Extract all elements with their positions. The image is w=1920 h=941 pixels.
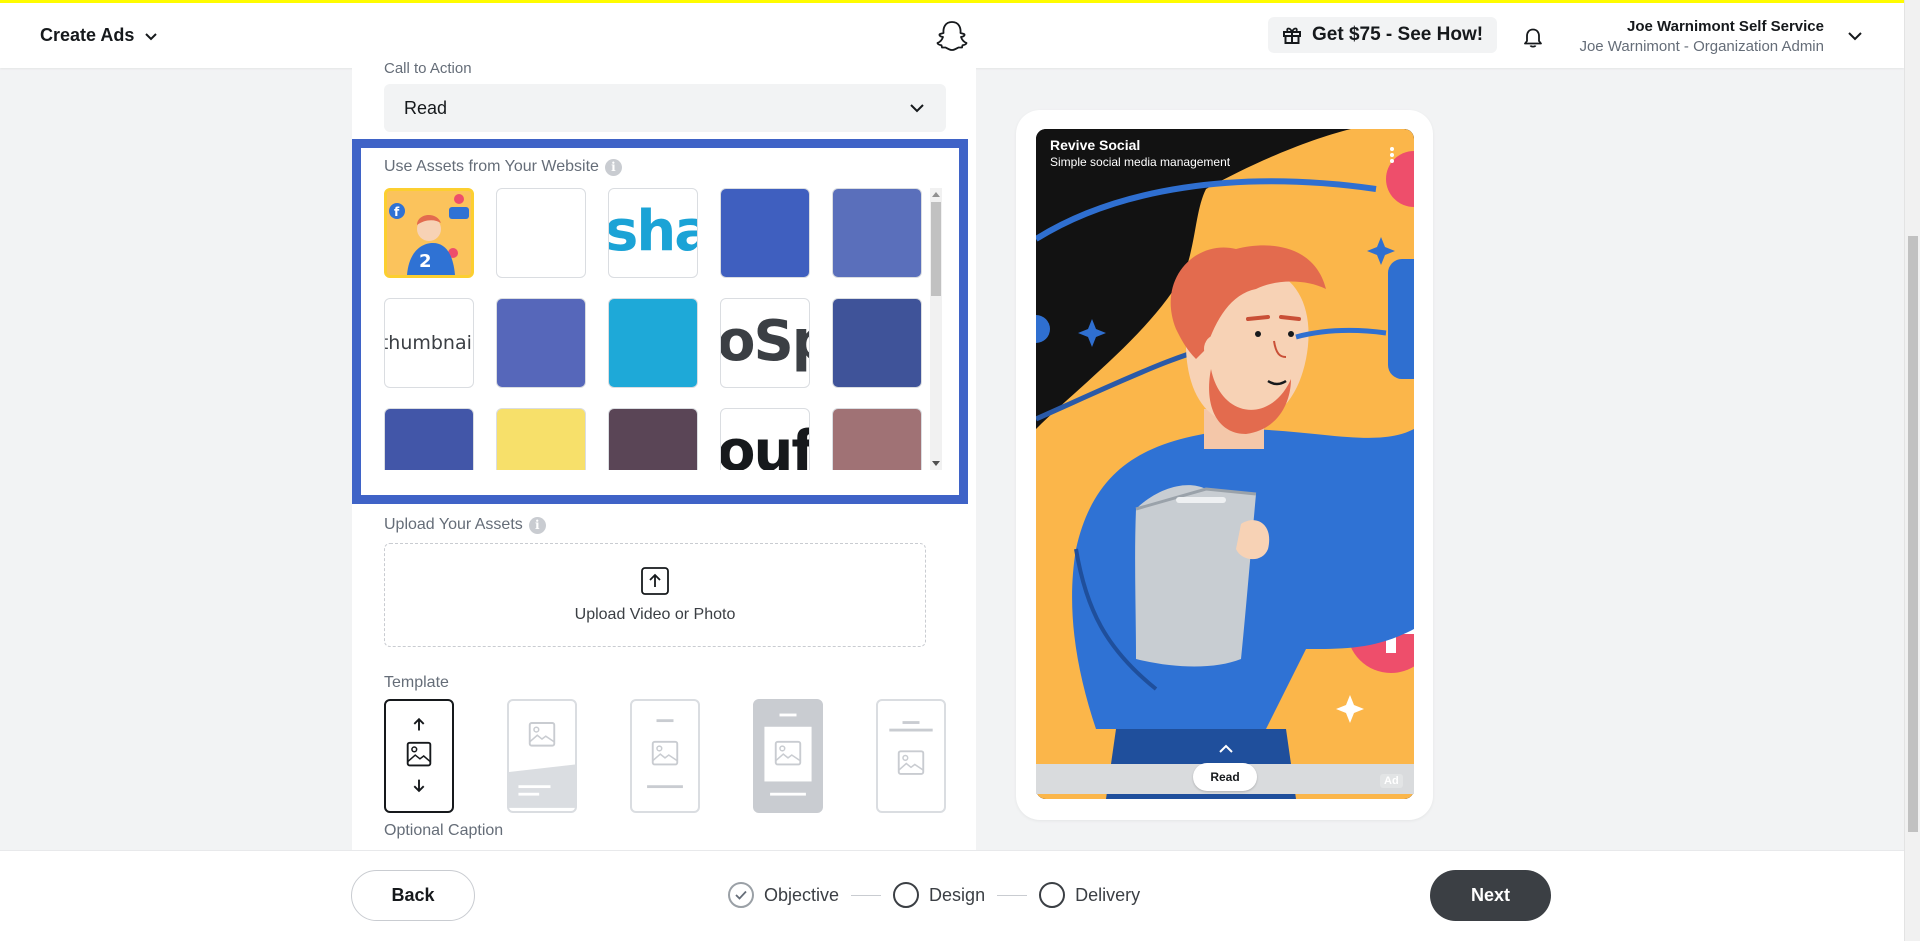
- website-assets-grid: f2shathumbnailoSpouf: [384, 188, 924, 470]
- step-objective-label: Objective: [764, 884, 840, 905]
- promo-button[interactable]: Get $75 - See How!: [1268, 17, 1498, 53]
- upload-assets-title: Upload Your Assets i: [384, 516, 546, 534]
- assets-scrollbar-thumb[interactable]: [931, 202, 941, 296]
- step-design[interactable]: Design: [893, 882, 985, 908]
- page-scrollbar-thumb[interactable]: [1908, 236, 1918, 832]
- asset-thumbnail[interactable]: [832, 188, 922, 278]
- asset-text-crop: oSp: [720, 309, 809, 374]
- template-option-centered[interactable]: [630, 699, 700, 813]
- broken-image-label: thumbnail: [384, 332, 474, 354]
- asset-thumbnail[interactable]: [608, 408, 698, 470]
- create-ads-menu[interactable]: Create Ads: [40, 25, 158, 46]
- scroll-down-arrow-icon[interactable]: [932, 461, 940, 466]
- back-button[interactable]: Back: [351, 870, 475, 921]
- cta-select-value: Read: [404, 97, 448, 118]
- step-circle-icon: [893, 882, 920, 908]
- cta-label: Call to Action: [384, 60, 472, 77]
- template-title: Template: [384, 674, 449, 691]
- next-button[interactable]: Next: [1430, 870, 1551, 921]
- ad-brand-name: Revive Social: [1050, 137, 1141, 153]
- top-bar: Create Ads Get $75 - See How! Joe Warnim…: [0, 0, 1904, 68]
- template-option-bottom-card[interactable]: [507, 699, 577, 813]
- asset-thumbnail[interactable]: f2: [384, 188, 474, 278]
- check-icon: [728, 882, 754, 908]
- upload-assets-label: Upload Your Assets: [384, 516, 523, 533]
- svg-text:2: 2: [419, 251, 432, 272]
- gift-icon: [1283, 27, 1301, 44]
- info-icon[interactable]: i: [528, 516, 546, 534]
- ad-brand: Revive Social Simple social media manage…: [1050, 137, 1230, 169]
- asset-thumbnail[interactable]: [496, 408, 586, 470]
- cta-select[interactable]: Read: [384, 84, 946, 132]
- template-fullscreen-icon: [406, 717, 432, 793]
- svg-text:f: f: [394, 205, 400, 219]
- asset-thumbnail[interactable]: [608, 298, 698, 388]
- asset-thumbnail[interactable]: oSp: [720, 298, 810, 388]
- asset-thumbnail[interactable]: [720, 188, 810, 278]
- asset-text-crop: sha: [608, 199, 697, 264]
- step-design-label: Design: [929, 884, 986, 905]
- ad-preview-screen: [1036, 129, 1414, 799]
- caption-title: Optional Caption: [384, 822, 504, 839]
- template-option-framed[interactable]: [753, 699, 823, 813]
- ad-creative-illustration: [1036, 129, 1414, 799]
- template-bottom-card-icon: [509, 722, 575, 808]
- swipe-up-chevron-icon: [1219, 744, 1233, 753]
- account-name: Joe Warnimont Self Service: [1626, 18, 1824, 35]
- page-scrollbar[interactable]: [1904, 0, 1920, 941]
- step-connector: [997, 894, 1028, 896]
- ad-cta-button[interactable]: Read: [1193, 763, 1257, 791]
- assets-scrollbar[interactable]: [930, 188, 942, 470]
- asset-thumbnail[interactable]: ouf: [720, 408, 810, 470]
- ad-label: Ad: [1380, 774, 1403, 788]
- asset-illustration-image: f2: [387, 191, 471, 275]
- asset-thumbnail[interactable]: [832, 408, 922, 470]
- step-delivery[interactable]: Delivery: [1039, 882, 1140, 908]
- promo-label: Get $75 - See How!: [1312, 24, 1484, 45]
- info-icon[interactable]: i: [604, 158, 622, 176]
- template-framed-icon: [764, 713, 812, 796]
- snapchat-ghost-icon[interactable]: [934, 18, 970, 54]
- website-assets-title: Use Assets from Your Website i: [384, 158, 622, 176]
- asset-thumbnail[interactable]: [832, 298, 922, 388]
- template-option-top-text[interactable]: [876, 699, 946, 813]
- create-ads-label: Create Ads: [40, 25, 135, 45]
- step-objective[interactable]: Objective: [728, 882, 839, 908]
- upload-dropzone[interactable]: Upload Video or Photo: [384, 543, 926, 647]
- asset-text-crop: ouf: [720, 419, 810, 470]
- upload-arrow-icon: [641, 567, 669, 595]
- asset-thumbnail[interactable]: [384, 408, 474, 470]
- asset-thumbnail[interactable]: thumbnail: [384, 298, 474, 388]
- chevron-down-icon: [910, 104, 924, 113]
- scroll-up-arrow-icon[interactable]: [932, 192, 940, 197]
- step-circle-icon: [1039, 882, 1066, 908]
- asset-thumbnail[interactable]: sha: [608, 188, 698, 278]
- chevron-down-icon: [145, 32, 158, 40]
- ad-headline: Simple social media management: [1050, 155, 1231, 169]
- wizard-steps: Objective Design Delivery: [728, 882, 1140, 908]
- chevron-down-icon[interactable]: [1846, 27, 1864, 45]
- account-role: Joe Warnimont - Organization Admin: [1579, 38, 1824, 55]
- template-top-text-icon: [889, 721, 933, 775]
- template-option-fullscreen[interactable]: [384, 699, 454, 813]
- account-info[interactable]: Joe Warnimont Self Service Joe Warnimont…: [1579, 18, 1824, 55]
- step-connector: [851, 894, 882, 896]
- website-assets-label: Use Assets from Your Website: [384, 158, 599, 175]
- upload-button-label: Upload Video or Photo: [574, 606, 736, 623]
- step-delivery-label: Delivery: [1075, 884, 1141, 905]
- asset-thumbnail[interactable]: [496, 298, 586, 388]
- notification-bell-icon[interactable]: [1522, 27, 1544, 49]
- more-options-icon[interactable]: [1389, 146, 1395, 164]
- asset-thumbnail[interactable]: [496, 188, 586, 278]
- template-centered-icon: [647, 719, 683, 789]
